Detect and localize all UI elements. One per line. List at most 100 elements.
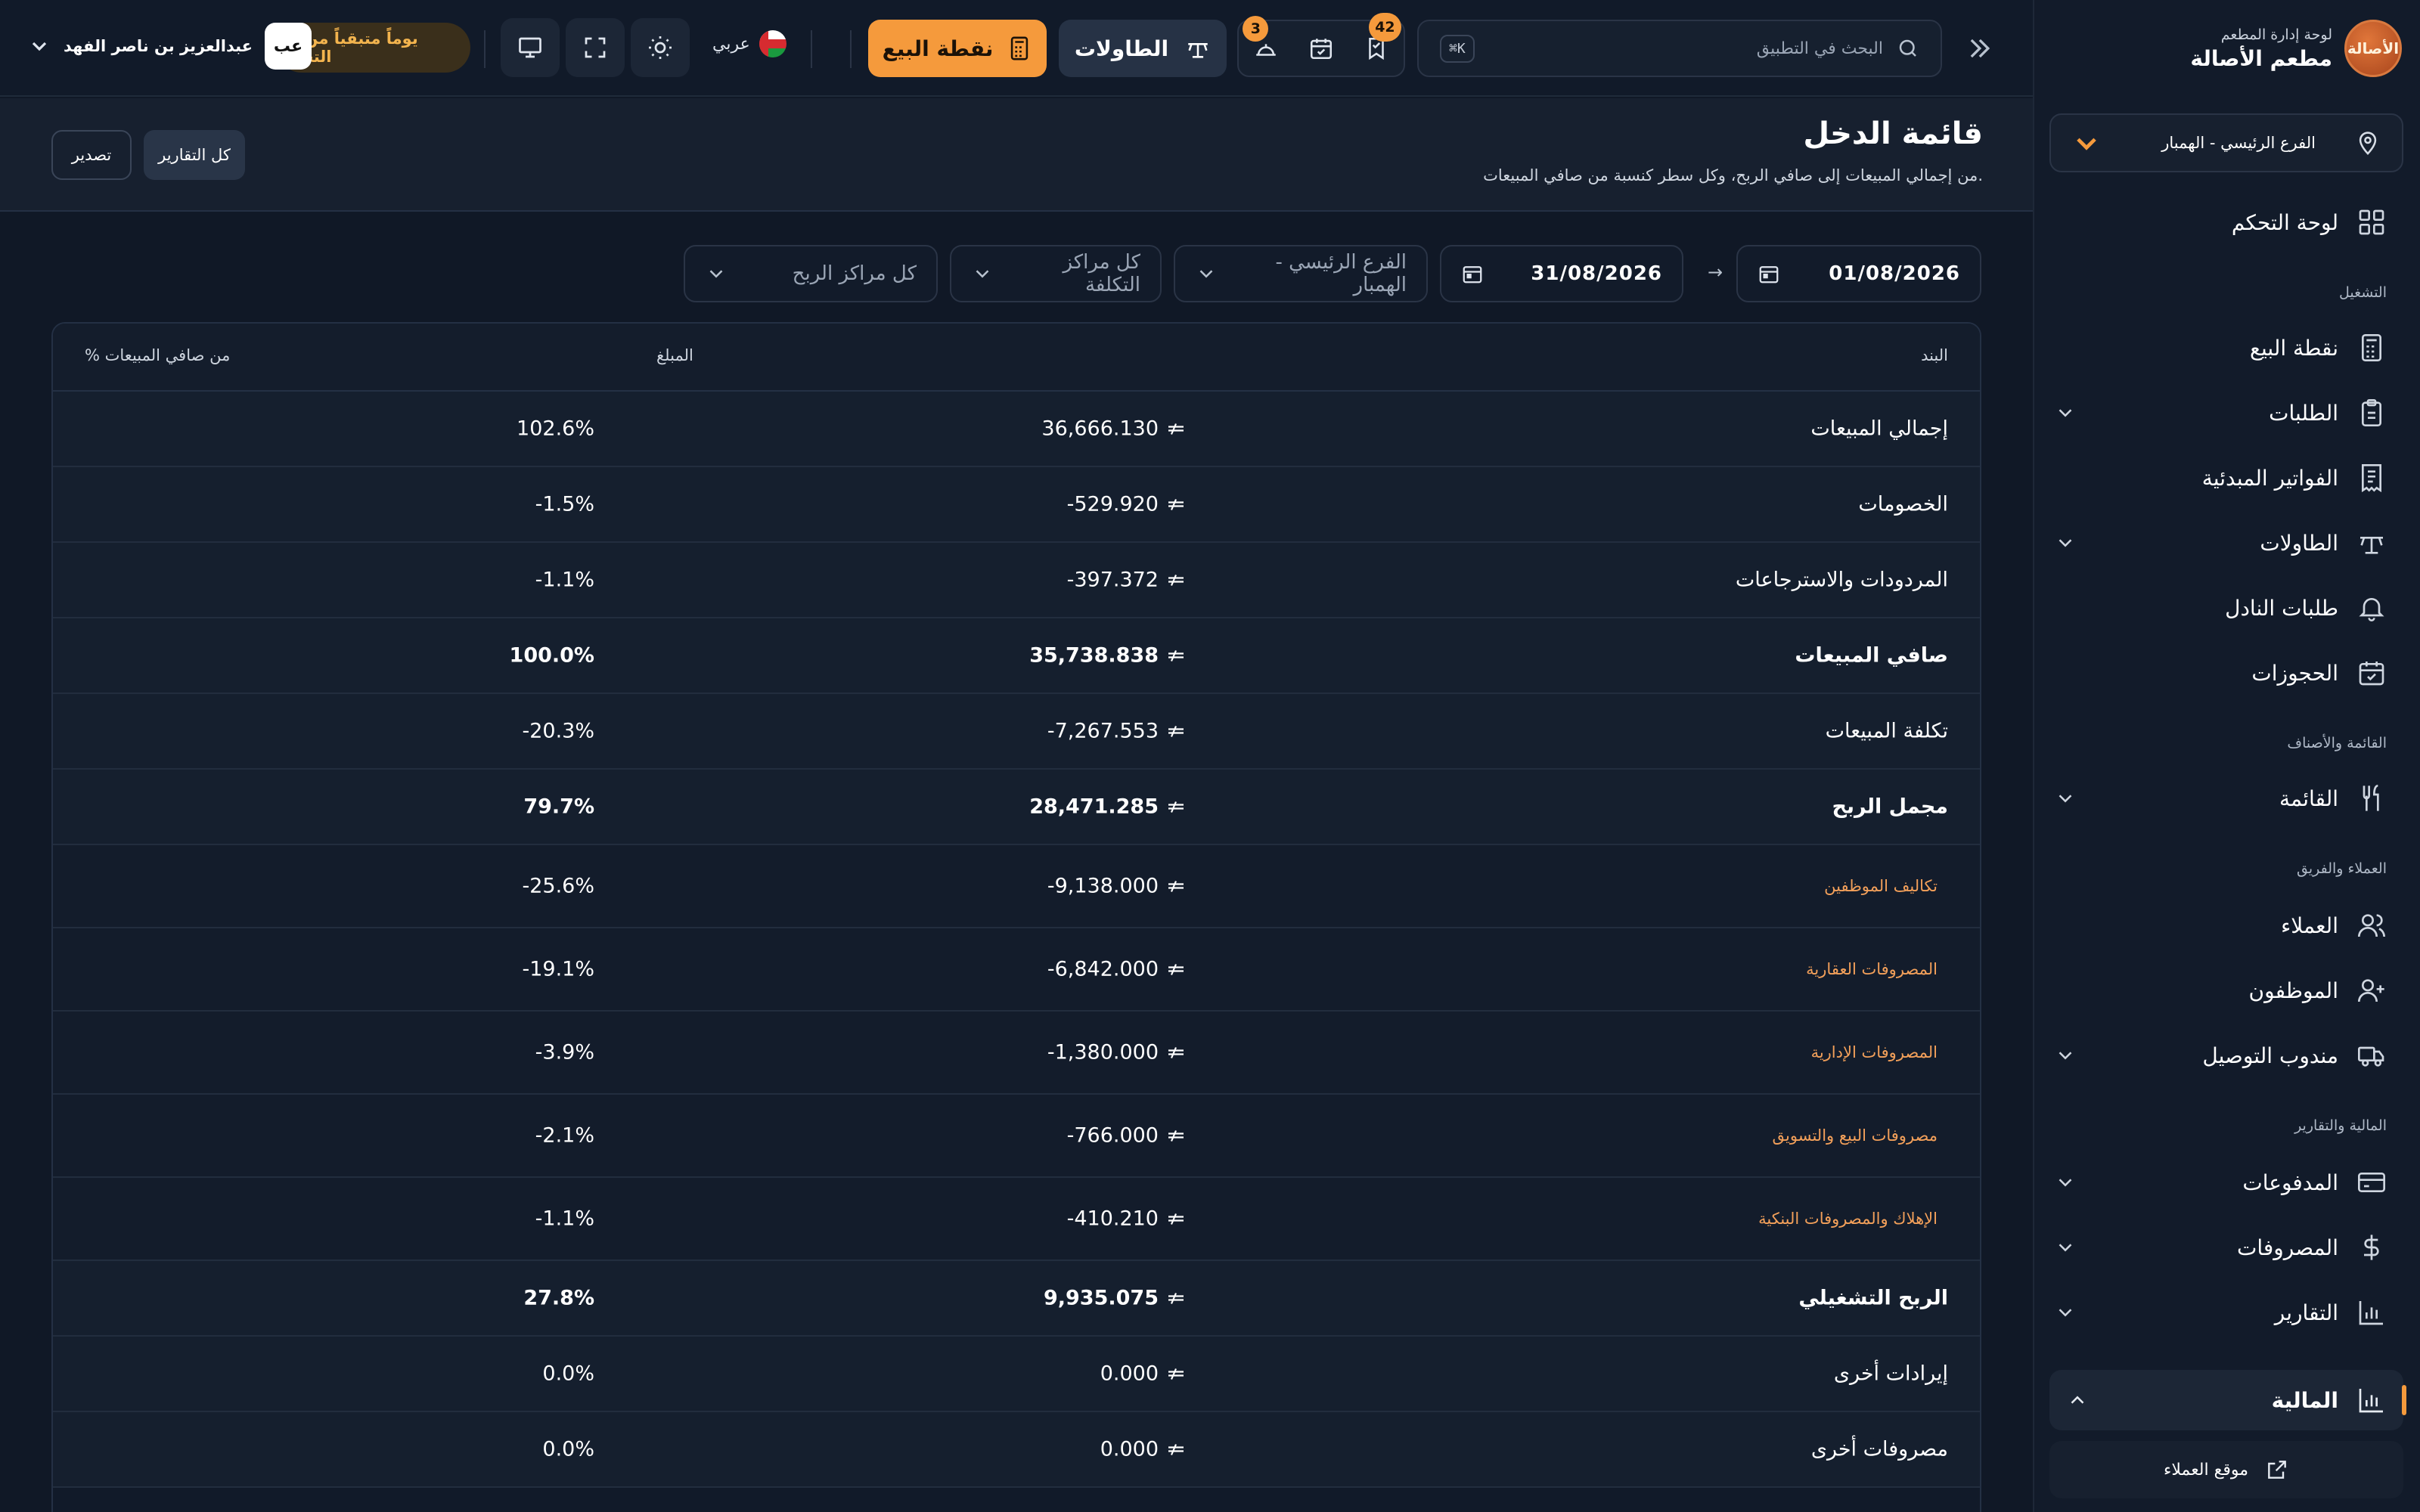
pos-button[interactable]: نقطة البيع bbox=[868, 20, 1047, 77]
tables-button-label: الطاولات bbox=[1074, 36, 1169, 61]
row-amount: 9,935.075 bbox=[1044, 1287, 1186, 1310]
row-item: الربح التشغيلي bbox=[1798, 1286, 1948, 1310]
chevron-down-icon bbox=[2059, 1244, 2072, 1252]
header-amount: المبلغ bbox=[656, 346, 693, 364]
sidebar-item-label: الطلبات bbox=[2269, 400, 2338, 426]
chevron-down-icon bbox=[32, 42, 47, 51]
sidebar-item-orders[interactable]: الطلبات bbox=[2054, 390, 2387, 435]
row-amount: -410.210 bbox=[1067, 1207, 1186, 1231]
row-amount-value: 35,738.838 bbox=[1029, 643, 1159, 668]
branch-filter[interactable]: الفرع الرئيسي - الهمبار bbox=[1174, 245, 1428, 302]
dollar-icon bbox=[2364, 1235, 2379, 1260]
sun-icon bbox=[649, 36, 672, 59]
sidebar-item-employees[interactable]: الموظفون bbox=[2054, 968, 2387, 1013]
customer-site-link[interactable]: موقع العملاء bbox=[2049, 1441, 2403, 1498]
bar-chart-icon bbox=[2359, 1389, 2383, 1413]
sidebar-item-reports[interactable]: التقارير bbox=[2054, 1290, 2387, 1335]
table-row: الإهلاك والمصروفات البنكية -410.210 -1.1… bbox=[53, 1178, 1980, 1261]
sidebar-item-proforma-invoices[interactable]: الفواتير المبدئية bbox=[2054, 455, 2387, 500]
sidebar: الأصالة لوحة إدارة المطعم مطعم الأصالة ا… bbox=[2033, 0, 2420, 1512]
row-amount: -1,380.000 bbox=[1047, 1041, 1186, 1064]
sidebar-item-label: مندوب التوصيل bbox=[2202, 1043, 2338, 1068]
date-from-input[interactable]: 01/08/2026 bbox=[1736, 245, 1981, 302]
search-input[interactable] bbox=[1488, 39, 1883, 58]
export-button[interactable]: تصدير bbox=[51, 130, 132, 180]
row-amount-value: -397.372 bbox=[1066, 568, 1159, 592]
date-to-input[interactable]: 31/08/2026 bbox=[1440, 245, 1683, 302]
waiter-requests-button[interactable]: 3 bbox=[1243, 16, 1286, 69]
sidebar-item-tables[interactable]: الطاولات bbox=[2054, 520, 2387, 565]
bell-icon bbox=[2359, 598, 2384, 621]
sidebar-item-customers[interactable]: العملاء bbox=[2054, 903, 2387, 948]
row-amount: -7,267.553 bbox=[1047, 720, 1186, 743]
divider bbox=[850, 30, 852, 68]
fullscreen-icon bbox=[585, 37, 606, 58]
row-amount-value: -6,842.000 bbox=[1047, 957, 1159, 981]
monitor-icon bbox=[519, 37, 541, 58]
theme-toggle[interactable] bbox=[631, 18, 690, 77]
row-percent: -1.5% bbox=[535, 492, 594, 516]
profit-center-filter[interactable]: كل مراكز الربح bbox=[684, 245, 938, 302]
users-icon bbox=[2358, 914, 2385, 937]
sidebar-item-payments[interactable]: المدفوعات bbox=[2054, 1160, 2387, 1205]
row-percent: -20.3% bbox=[522, 719, 594, 743]
row-percent: 79.7% bbox=[523, 795, 594, 819]
chevron-down-icon bbox=[2059, 1052, 2072, 1060]
sidebar-item-label: العملاء bbox=[2281, 912, 2338, 938]
calendar-button[interactable] bbox=[1301, 28, 1342, 69]
table-row: إجمالي المبيعات 36,666.130 102.6% bbox=[53, 392, 1980, 467]
calendar-check-icon bbox=[2359, 662, 2384, 686]
sidebar-item-pos[interactable]: نقطة البيع bbox=[2054, 325, 2387, 370]
sidebar-item-label: الطاولات bbox=[2260, 530, 2338, 556]
fullscreen-button[interactable] bbox=[566, 18, 625, 77]
currency-icon bbox=[1168, 649, 1184, 662]
row-percent: -1.1% bbox=[535, 1207, 594, 1231]
row-amount-value: 9,935.075 bbox=[1043, 1286, 1159, 1310]
sidebar-item-label: نقطة البيع bbox=[2250, 335, 2338, 361]
pos-icon bbox=[1011, 36, 1028, 60]
currency-icon bbox=[1168, 963, 1184, 975]
row-amount: -9,138.000 bbox=[1047, 875, 1186, 898]
row-percent: 27.8% bbox=[523, 1286, 594, 1310]
table-row: المصروفات الإدارية -1,380.000 -3.9% bbox=[53, 1012, 1980, 1095]
sidebar-item-delivery[interactable]: مندوب التوصيل bbox=[2054, 1033, 2387, 1078]
divider bbox=[811, 30, 812, 68]
calendar-icon bbox=[1463, 266, 1482, 284]
search-box[interactable]: ⌘K bbox=[1417, 20, 1942, 77]
cost-center-filter[interactable]: كل مراكز التكلفة bbox=[950, 245, 1162, 302]
row-percent: -19.1% bbox=[522, 957, 594, 981]
brand-logo: الأصالة bbox=[2344, 20, 2402, 77]
chevron-down-icon bbox=[2059, 1179, 2072, 1187]
row-percent: 102.6% bbox=[517, 417, 594, 441]
sidebar-item-reservations[interactable]: الحجوزات bbox=[2054, 650, 2387, 696]
currency-icon bbox=[1168, 1443, 1184, 1455]
table-header: البند المبلغ % من صافي المبيعات bbox=[53, 324, 1980, 392]
row-item: مجمل الربح bbox=[1832, 795, 1948, 819]
page-subtitle: من إجمالي المبيعات إلى صافي الربح، وكل س… bbox=[1483, 166, 1983, 184]
search-icon bbox=[1899, 39, 1916, 57]
sidebar-item-label: لوحة التحكم bbox=[2231, 209, 2338, 235]
sidebar-item-expenses[interactable]: المصروفات bbox=[2054, 1225, 2387, 1270]
sidebar-item-menu[interactable]: القائمة bbox=[2054, 776, 2387, 821]
bookings-button[interactable]: 42 bbox=[1356, 13, 1401, 69]
tables-button[interactable]: الطاولات bbox=[1059, 20, 1227, 77]
sidebar-item-label: القائمة bbox=[2279, 785, 2338, 811]
all-reports-button[interactable]: كل التقارير bbox=[144, 130, 245, 180]
external-link-icon bbox=[2268, 1461, 2286, 1479]
collapse-sidebar-icon[interactable] bbox=[1962, 32, 1995, 65]
calendar-icon bbox=[1759, 266, 1779, 284]
sidebar-item-dashboard[interactable]: لوحة التحكم bbox=[2054, 200, 2387, 245]
language-switcher[interactable]: عربي bbox=[712, 30, 786, 57]
row-item: مصروفات أخرى bbox=[1810, 1437, 1948, 1461]
date-to-value: 31/08/2026 bbox=[1531, 262, 1662, 285]
page-header: قائمة الدخل من إجمالي المبيعات إلى صافي … bbox=[0, 98, 2033, 212]
display-button[interactable] bbox=[501, 18, 560, 77]
sidebar-item-finance[interactable]: المالية bbox=[2049, 1370, 2406, 1430]
pos-button-label: نقطة البيع bbox=[882, 36, 994, 61]
brand[interactable]: الأصالة لوحة إدارة المطعم مطعم الأصالة bbox=[2190, 20, 2402, 77]
bar-chart-icon bbox=[2359, 1301, 2383, 1325]
sidebar-item-waiter-requests[interactable]: طلبات النادل bbox=[2054, 585, 2387, 631]
branch-selector[interactable]: الفرع الرئيسي - الهمبار bbox=[2049, 113, 2403, 172]
row-amount: -766.000 bbox=[1067, 1124, 1186, 1148]
user-menu[interactable]: عبدالعزيز بن ناصر الفهد عب bbox=[27, 23, 312, 70]
